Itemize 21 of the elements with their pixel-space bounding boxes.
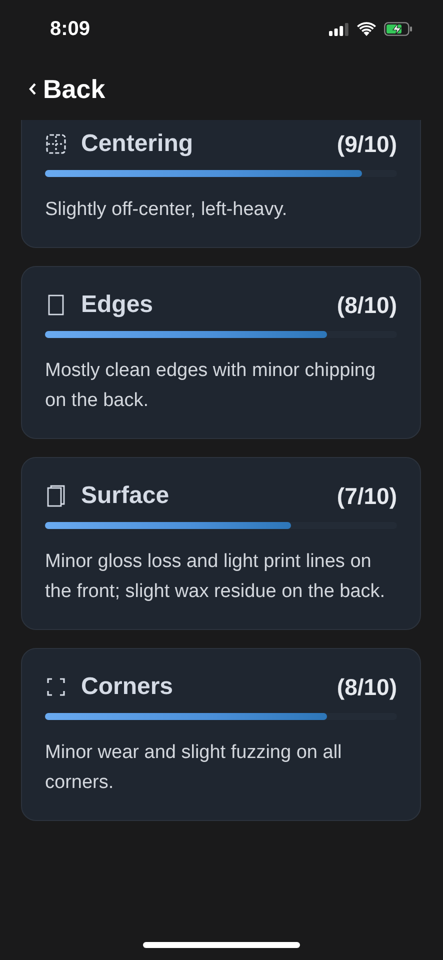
score-label: (9/10)	[336, 130, 397, 158]
signal-icon	[329, 22, 349, 36]
chevron-left-icon	[28, 82, 37, 96]
battery-charging-icon	[384, 22, 413, 36]
score-label: (7/10)	[336, 482, 397, 510]
corners-icon	[45, 676, 67, 698]
category-description: Slightly off-center, left-heavy.	[45, 198, 288, 222]
category-title: Surface	[81, 482, 170, 510]
stacked-cards-icon	[45, 485, 67, 507]
back-button[interactable]: Back	[28, 74, 106, 104]
status-time: 8:09	[50, 18, 90, 40]
wifi-icon	[357, 22, 376, 36]
category-title: Corners	[81, 673, 174, 701]
centering-icon	[45, 133, 67, 155]
category-description: Minor gloss loss and light print lines on the front; slight wax residue on the back.	[45, 550, 386, 604]
score-label: (8/10)	[336, 292, 397, 318]
score-label: (8/10)	[336, 674, 397, 700]
category-description: Minor wear and slight fuzzing on all corners.	[45, 741, 343, 795]
category-title: Edges	[81, 291, 154, 319]
category-description: Mostly clean edges with minor chipping on the back.	[45, 359, 377, 413]
category-title: Centering	[81, 130, 194, 158]
